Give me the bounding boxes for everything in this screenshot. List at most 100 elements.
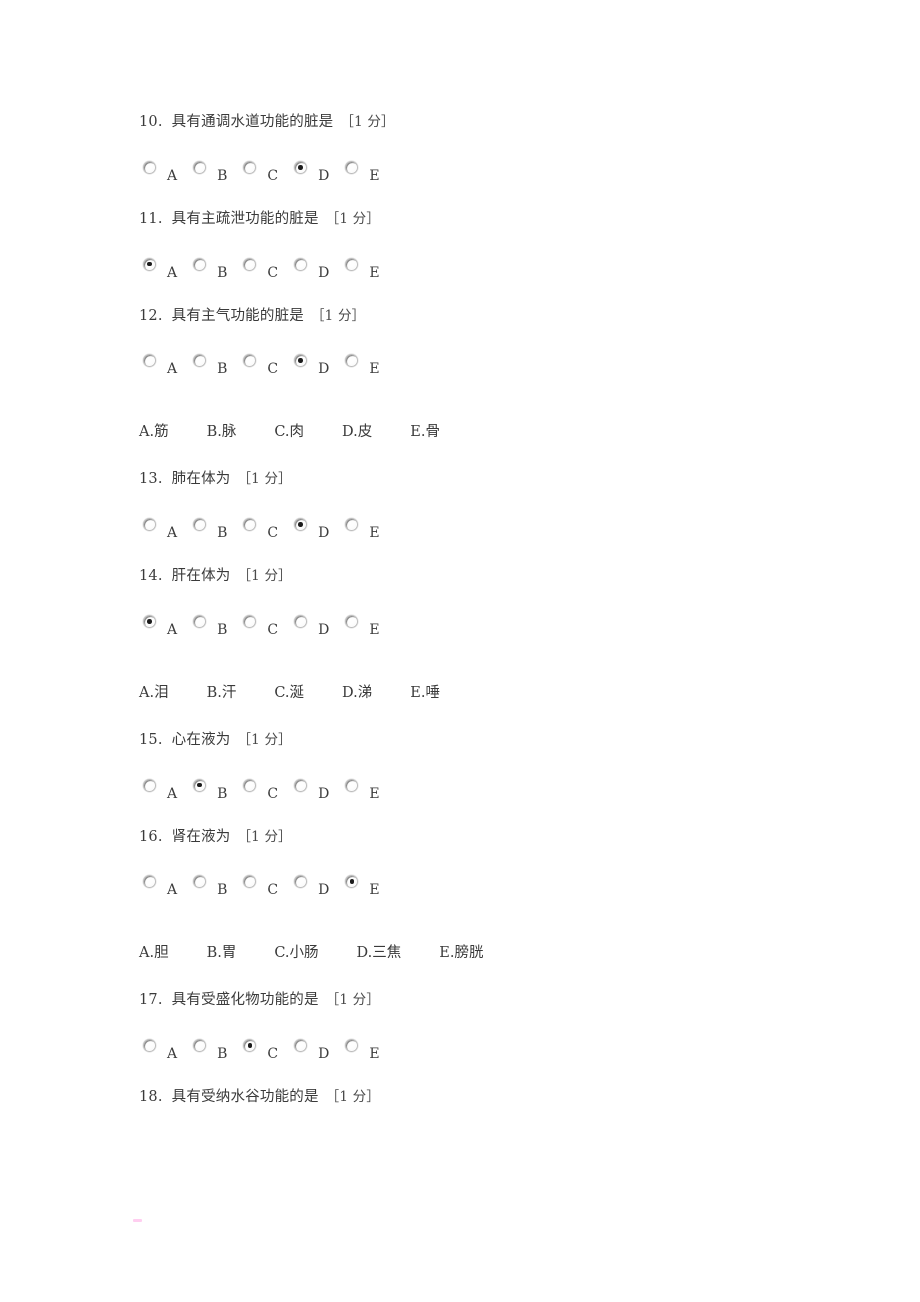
radio-option-label: C [267,361,279,378]
radio-button-icon[interactable] [193,1039,207,1052]
answer-radio-row: A B C D E [139,1031,839,1061]
radio-button-icon[interactable] [345,518,359,531]
radio-option-label: A [167,882,178,899]
radio-button-icon[interactable] [193,160,207,174]
radio-button-icon[interactable] [294,614,308,628]
radio-button-icon[interactable] [143,257,156,271]
radio-option-c[interactable]: C [243,257,290,280]
radio-button-icon[interactable] [143,354,156,368]
radio-button-icon[interactable] [294,160,308,174]
radio-option-c[interactable]: C [243,354,290,376]
radio-option-e[interactable]: E [345,778,391,801]
question-block: A.泪 B.汗 C.涎 D.涕 E.唾 15. 心在液为 ［1 分］ A B C D E 16. 肾在液为 ［… [139,681,839,898]
radio-option-d[interactable]: D [294,1039,341,1061]
radio-option-a[interactable]: A [143,160,189,183]
radio-option-d[interactable]: D [294,257,341,280]
radio-option-e[interactable]: E [345,614,391,637]
radio-button-icon[interactable] [193,354,207,368]
radio-option-label: E [369,264,380,281]
radio-button-icon[interactable] [193,875,207,889]
radio-button-icon[interactable] [345,778,359,792]
option-bank-key: A. [139,424,155,441]
option-bank-key: B. [206,945,222,962]
radio-option-d[interactable]: D [294,778,341,801]
radio-option-d[interactable]: D [294,160,341,183]
radio-option-e[interactable]: E [345,160,391,183]
radio-option-a[interactable]: A [143,1039,189,1061]
option-bank-entry: A.胆 [139,941,169,962]
question-text: 具有受纳水谷功能的是 [171,1089,319,1105]
radio-button-icon[interactable] [243,160,257,174]
radio-option-label: A [167,264,178,281]
radio-option-b[interactable]: B [193,160,239,183]
radio-option-a[interactable]: A [143,257,189,281]
question-number: 11. [139,210,163,227]
question-number: 15. [139,731,163,748]
radio-option-label: C [267,621,279,638]
radio-button-icon[interactable] [345,160,359,174]
radio-button-icon[interactable] [143,875,156,889]
radio-button-icon[interactable] [345,257,359,271]
radio-option-b[interactable]: B [193,1039,239,1061]
radio-option-b[interactable]: B [193,614,239,637]
radio-button-icon[interactable] [243,614,257,628]
radio-button-icon[interactable] [294,875,308,889]
radio-option-b[interactable]: B [193,354,239,376]
radio-option-c[interactable]: C [243,160,290,183]
radio-option-label: B [217,882,228,899]
radio-option-c[interactable]: C [243,778,290,801]
radio-button-icon[interactable] [294,518,308,531]
radio-option-a[interactable]: A [143,875,189,897]
radio-button-icon[interactable] [294,354,308,368]
radio-button-icon[interactable] [193,614,207,628]
radio-button-icon[interactable] [243,257,257,271]
radio-button-icon[interactable] [294,778,308,792]
radio-button-icon[interactable] [143,160,156,174]
option-bank-value: 泪 [154,684,169,701]
radio-option-b[interactable]: B [193,257,239,281]
radio-option-e[interactable]: E [345,1039,391,1061]
radio-button-icon[interactable] [345,1039,359,1052]
radio-option-a[interactable]: A [143,354,189,376]
radio-option-e[interactable]: E [345,518,391,540]
radio-option-e[interactable]: E [345,875,391,897]
radio-option-c[interactable]: C [243,875,290,897]
radio-option-c[interactable]: C [243,614,290,638]
radio-option-d[interactable]: D [294,875,341,897]
radio-button-icon[interactable] [243,354,257,368]
radio-button-icon[interactable] [143,518,156,531]
radio-button-icon[interactable] [193,778,207,792]
radio-button-icon[interactable] [143,614,156,628]
radio-option-label: B [217,264,228,281]
radio-button-icon[interactable] [243,778,257,792]
radio-button-icon[interactable] [193,257,207,271]
radio-option-b[interactable]: B [193,875,239,897]
radio-button-icon[interactable] [143,778,156,792]
radio-option-b[interactable]: B [193,518,239,540]
radio-button-icon[interactable] [345,354,359,368]
radio-option-d[interactable]: D [294,354,341,376]
radio-option-a[interactable]: A [143,778,189,801]
option-bank-key: E. [439,945,455,962]
radio-option-c[interactable]: C [243,518,290,540]
radio-button-icon[interactable] [294,257,308,271]
radio-group: A B C D E [143,778,396,801]
radio-button-icon[interactable] [193,518,207,531]
radio-button-icon[interactable] [243,518,257,531]
radio-option-e[interactable]: E [345,354,391,376]
radio-option-b[interactable]: B [193,778,239,801]
radio-button-icon[interactable] [345,614,359,628]
radio-option-d[interactable]: D [294,614,341,637]
radio-option-d[interactable]: D [294,518,341,540]
radio-button-icon[interactable] [243,1039,257,1052]
radio-button-icon[interactable] [294,1039,308,1052]
exam-page: 10. 具有通调水道功能的脏是 ［1 分］ A B C D E 11. 具有主疏泄功能的脏是 ［1 … [0,0,920,1302]
radio-option-a[interactable]: A [143,518,189,540]
radio-button-icon[interactable] [345,875,359,889]
radio-button-icon[interactable] [243,875,257,889]
radio-option-a[interactable]: A [143,614,189,637]
radio-option-c[interactable]: C [243,1039,290,1061]
radio-button-icon[interactable] [143,1039,156,1052]
radio-option-e[interactable]: E [345,257,391,281]
option-bank-entry: E.骨 [410,420,440,441]
